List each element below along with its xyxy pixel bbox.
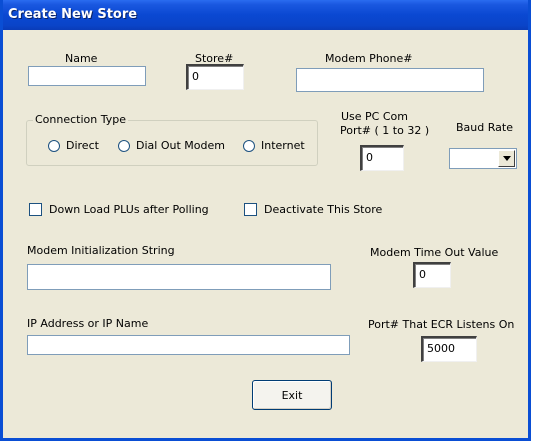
checkbox-icon (244, 203, 257, 216)
radio-dial-out-modem-label: Dial Out Modem (136, 139, 225, 152)
ip-address-label: IP Address or IP Name (27, 317, 149, 330)
radio-circle-icon (48, 139, 60, 152)
com-port-input[interactable]: 0 (360, 145, 404, 171)
name-input[interactable] (28, 66, 146, 86)
ip-address-input[interactable] (27, 335, 350, 355)
modem-timeout-input[interactable]: 0 (413, 262, 451, 288)
deactivate-store-label: Deactivate This Store (264, 203, 383, 216)
download-plus-checkbox[interactable]: Down Load PLUs after Polling (29, 203, 209, 216)
exit-button[interactable]: Exit (252, 380, 332, 410)
title-bar: Create New Store (3, 0, 528, 30)
modem-init-input[interactable] (27, 264, 331, 290)
baud-rate-label: Baud Rate (456, 121, 513, 134)
com-port-label-line1: Use PC Com (341, 110, 408, 123)
window-title: Create New Store (8, 7, 138, 22)
store-number-input[interactable]: 0 (186, 64, 244, 90)
ecr-port-label: Port# That ECR Listens On (368, 318, 515, 331)
radio-dial-out-modem[interactable]: Dial Out Modem (118, 139, 225, 152)
radio-direct-label: Direct (66, 139, 99, 152)
radio-direct[interactable]: Direct (48, 139, 99, 152)
connection-type-legend: Connection Type (33, 113, 129, 126)
create-store-dialog: Create New Store Name Store# 0 Modem Pho… (0, 0, 531, 441)
radio-circle-icon (118, 139, 130, 152)
radio-internet-label: Internet (261, 139, 305, 152)
baud-rate-select[interactable] (449, 148, 517, 169)
modem-init-label: Modem Initialization String (27, 244, 175, 257)
name-label: Name (65, 52, 98, 65)
modem-timeout-label: Modem Time Out Value (370, 246, 499, 259)
checkbox-icon (29, 203, 42, 216)
modem-phone-input[interactable] (296, 68, 484, 92)
radio-circle-icon (243, 139, 255, 152)
download-plus-label: Down Load PLUs after Polling (49, 203, 209, 216)
deactivate-store-checkbox[interactable]: Deactivate This Store (244, 203, 382, 216)
chevron-down-icon[interactable] (498, 150, 515, 167)
modem-phone-label: Modem Phone# (325, 52, 413, 65)
ecr-port-input[interactable]: 5000 (421, 336, 477, 362)
radio-internet[interactable]: Internet (243, 139, 305, 152)
exit-button-label: Exit (281, 388, 303, 402)
com-port-label-line2: Port# ( 1 to 32 ) (340, 124, 430, 137)
